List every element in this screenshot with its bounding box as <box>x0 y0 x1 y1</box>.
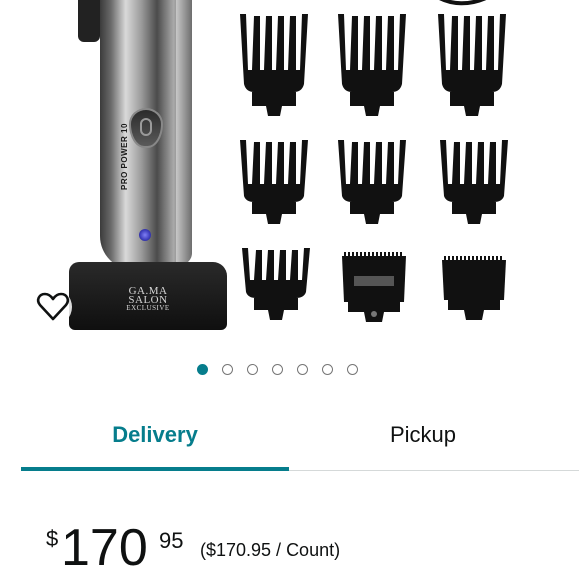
price-currency-symbol: $ <box>46 526 59 551</box>
trimmer-model-text: PRO POWER 10 <box>120 123 129 190</box>
brand-logo-line3: EXCLUSIVE <box>126 304 170 312</box>
product-image-gallery[interactable]: PRO POWER 10 GA.MA SALON EXCLUSIVE <box>0 0 579 345</box>
heart-outline-icon <box>34 288 72 326</box>
trimmer-clip <box>78 0 100 42</box>
guard-comb-image <box>240 246 312 326</box>
unit-price: ($170.95 / Count) <box>200 540 341 560</box>
trimmer-edge <box>176 0 192 265</box>
image-carousel-pagination <box>197 364 358 375</box>
fulfillment-tabs: Delivery Pickup <box>21 412 579 471</box>
guard-comb-image <box>238 138 310 230</box>
tab-delivery[interactable]: Delivery <box>21 412 289 470</box>
guard-comb-image <box>438 138 510 230</box>
guard-comb-image <box>436 12 508 122</box>
blade-guard-image <box>438 256 510 326</box>
trimmer-led-indicator <box>139 229 151 241</box>
tab-pickup[interactable]: Pickup <box>289 412 557 470</box>
tab-delivery-label: Delivery <box>112 422 198 447</box>
guard-comb-image <box>336 12 408 122</box>
guard-comb-image <box>238 12 310 122</box>
price-whole: 170 <box>61 519 148 577</box>
carousel-dot-1[interactable] <box>197 364 208 375</box>
brand-logo: GA.MA SALON EXCLUSIVE <box>118 286 178 312</box>
carousel-dot-3[interactable] <box>247 364 258 375</box>
selected-tab-indicator <box>21 467 289 471</box>
carousel-dot-6[interactable] <box>322 364 333 375</box>
carousel-dot-4[interactable] <box>272 364 283 375</box>
guard-comb-image <box>336 138 408 230</box>
blade-guard-image <box>338 252 410 326</box>
carousel-dot-7[interactable] <box>347 364 358 375</box>
carousel-dot-2[interactable] <box>222 364 233 375</box>
carousel-dot-5[interactable] <box>297 364 308 375</box>
tab-pickup-label: Pickup <box>389 422 457 447</box>
add-to-favorites-button[interactable] <box>33 287 73 327</box>
price-fraction: 95 <box>159 528 184 553</box>
